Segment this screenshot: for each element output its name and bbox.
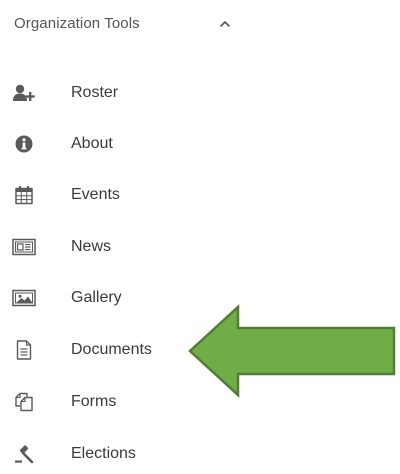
nav-item-events[interactable]: Events: [0, 175, 260, 215]
chevron-up-icon[interactable]: [218, 17, 232, 31]
nav-item-label: Gallery: [71, 289, 122, 306]
nav-item-label: Roster: [71, 84, 119, 101]
document-icon: [12, 338, 36, 362]
left-arrow-annotation: [188, 304, 396, 398]
calendar-icon: [12, 183, 36, 207]
info-icon: [12, 132, 36, 156]
section-title: Organization Tools: [14, 14, 140, 32]
nav-item-roster[interactable]: Roster: [0, 73, 260, 113]
nav-item-about[interactable]: About: [0, 124, 260, 164]
nav-item-elections[interactable]: Elections: [0, 434, 260, 474]
nav-item-label: Events: [71, 186, 120, 203]
newspaper-icon: [12, 235, 36, 259]
gavel-icon: [12, 442, 36, 466]
add-user-icon: [12, 81, 36, 105]
forms-icon: [12, 390, 36, 414]
nav-item-label: Documents: [71, 341, 152, 358]
nav-item-news[interactable]: News: [0, 227, 260, 267]
image-icon: [12, 286, 36, 310]
organization-tools-header[interactable]: Organization Tools: [14, 12, 244, 34]
nav-item-label: News: [71, 238, 112, 255]
nav-item-label: Forms: [71, 393, 117, 410]
nav-item-label: Elections: [71, 445, 136, 462]
nav-item-label: About: [71, 135, 113, 152]
